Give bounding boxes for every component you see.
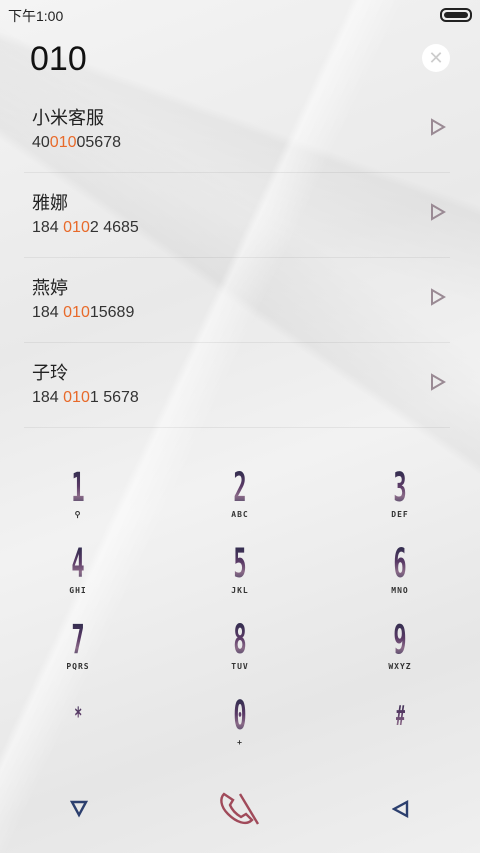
battery-icon: [440, 8, 472, 22]
contact-name: 小米客服: [32, 108, 104, 129]
close-icon: ✕: [428, 47, 444, 69]
key-hash[interactable]: #: [370, 696, 430, 766]
dial-input[interactable]: 010: [30, 40, 87, 79]
key-8[interactable]: 8 TUV: [210, 620, 270, 690]
call-arrow-icon[interactable]: [430, 373, 446, 391]
contact-number: 184 0101 5678: [32, 389, 139, 406]
contact-number: 184 0102 4685: [32, 219, 139, 236]
call-arrow-icon[interactable]: [430, 203, 446, 221]
status-bar: 下午1:00: [0, 0, 480, 28]
call-arrow-icon[interactable]: [430, 118, 446, 136]
key-9[interactable]: 9 WXYZ: [370, 620, 430, 690]
backspace-icon[interactable]: [392, 800, 410, 818]
search-results: 小米客服 4001005678 雅娜 184 0102 4685 燕婷 184 …: [0, 88, 480, 428]
key-5[interactable]: 5 JKL: [210, 544, 270, 614]
collapse-keypad-icon[interactable]: [70, 800, 88, 818]
list-item[interactable]: 小米客服 4001005678: [24, 88, 450, 173]
contact-name: 雅娜: [32, 193, 68, 214]
call-icon[interactable]: [218, 790, 262, 830]
key-2[interactable]: 2 ABC: [210, 468, 270, 538]
list-item[interactable]: 燕婷 184 01015689: [24, 258, 450, 343]
call-arrow-icon[interactable]: [430, 288, 446, 306]
key-3[interactable]: 3 DEF: [370, 468, 430, 538]
contact-number: 4001005678: [32, 134, 121, 151]
status-time: 下午1:00: [8, 8, 64, 24]
bottom-bar: [0, 790, 480, 830]
contact-number: 184 01015689: [32, 304, 135, 321]
key-4[interactable]: 4 GHI: [48, 544, 108, 614]
key-star[interactable]: *: [48, 696, 108, 766]
list-item[interactable]: 雅娜 184 0102 4685: [24, 173, 450, 258]
key-7[interactable]: 7 PQRS: [48, 620, 108, 690]
list-item[interactable]: 子玲 184 0101 5678: [24, 343, 450, 428]
key-0[interactable]: 0 +: [210, 696, 270, 766]
key-6[interactable]: 6 MNO: [370, 544, 430, 614]
clear-button[interactable]: ✕: [422, 44, 450, 72]
key-1[interactable]: 1 ⚲: [48, 468, 108, 538]
contact-name: 子玲: [32, 363, 68, 384]
contact-name: 燕婷: [32, 278, 68, 299]
